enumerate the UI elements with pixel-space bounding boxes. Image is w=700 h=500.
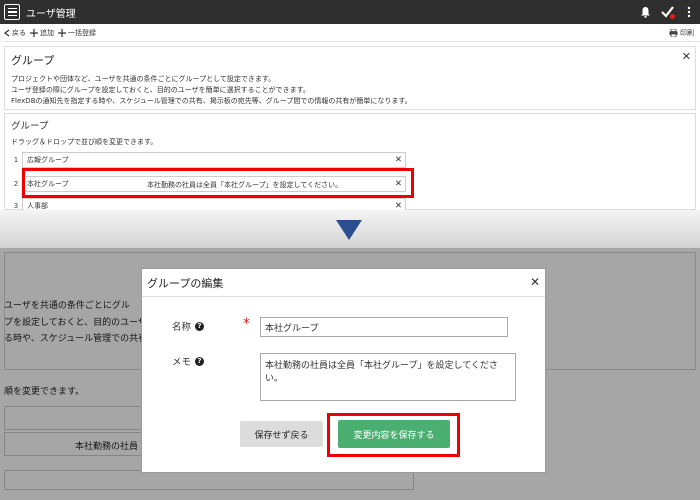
back-button[interactable]: 戻る — [4, 28, 26, 38]
group-name: 広報グループ — [27, 156, 69, 164]
back-label: 戻る — [12, 28, 26, 37]
group-list-hint: ドラッグ＆ドロップで並び順を変更できます。 — [11, 138, 158, 146]
edit-group-dialog: グループの編集 ✕ 名称 ? * 本社グループ メモ ? 本社勤務の社員は全員「… — [141, 268, 546, 473]
highlight-frame-row — [22, 168, 414, 198]
intro-card: グループ プロジェクトや団体など、ユーザを共通の条件ごとにグループとして設定でき… — [4, 46, 696, 110]
help-icon[interactable]: ? — [195, 321, 205, 331]
group-name-input[interactable]: 本社グループ — [260, 317, 508, 337]
close-icon[interactable]: ✕ — [682, 50, 691, 63]
app-header: ユーザ管理 — [0, 0, 700, 24]
plus-icon — [30, 28, 38, 37]
notification-dot — [670, 14, 675, 19]
close-icon[interactable]: ✕ — [530, 275, 540, 289]
memo-label: メモ — [172, 357, 192, 368]
name-label: 名称 — [172, 322, 192, 333]
list-item[interactable]: 1 広報グループ ✕ — [10, 150, 406, 170]
intro-title: グループ — [11, 54, 55, 67]
intro-line-3: FlexDBの通知先を指定する時や、スケジュール管理での共有、掲示板の宛先等、グ… — [11, 97, 412, 105]
row-number: 1 — [13, 156, 19, 164]
row-number: 3 — [13, 202, 19, 210]
toolbar: 戻る 追加 一括登録 印刷 — [0, 24, 700, 42]
group-item-box[interactable]: 広報グループ ✕ — [22, 152, 406, 168]
dialog-title: グループの編集 — [142, 269, 545, 297]
printer-icon — [669, 29, 678, 37]
check-icon[interactable] — [660, 5, 675, 19]
group-list-title: グループ — [11, 121, 49, 132]
bulk-register-button[interactable]: 一括登録 — [58, 28, 96, 38]
print-button[interactable]: 印刷 — [669, 28, 694, 38]
bulk-register-label: 一括登録 — [68, 28, 96, 37]
hamburger-menu-icon[interactable] — [4, 4, 20, 20]
memo-label-group: メモ ? — [172, 354, 205, 368]
delete-icon[interactable]: ✕ — [395, 155, 402, 165]
intro-line-2: ユーザ登録の際にグループを設定しておくと、目的のユーザを簡単に選択することができ… — [11, 86, 310, 94]
back-without-saving-button[interactable]: 保存せず戻る — [240, 421, 323, 447]
memo-textarea[interactable]: 本社勤務の社員は全員「本社グループ」を設定してください。 — [260, 353, 516, 401]
help-icon[interactable]: ? — [195, 356, 205, 366]
intro-line-1: プロジェクトや団体など、ユーザを共通の条件ごとにグループとして設定できます。 — [11, 75, 276, 83]
arrow-down-icon — [336, 220, 362, 240]
plus-icon — [58, 28, 66, 37]
app-title: ユーザ管理 — [26, 8, 76, 20]
row-number: 2 — [13, 180, 19, 188]
add-label: 追加 — [40, 28, 54, 37]
required-mark: * — [243, 316, 250, 332]
chevron-left-icon — [4, 29, 10, 36]
highlight-frame-save — [327, 413, 460, 457]
add-button[interactable]: 追加 — [30, 28, 54, 38]
bell-icon[interactable] — [638, 5, 652, 19]
print-label: 印刷 — [680, 29, 694, 37]
more-vertical-icon[interactable] — [682, 5, 696, 19]
name-label-group: 名称 ? — [172, 319, 205, 333]
